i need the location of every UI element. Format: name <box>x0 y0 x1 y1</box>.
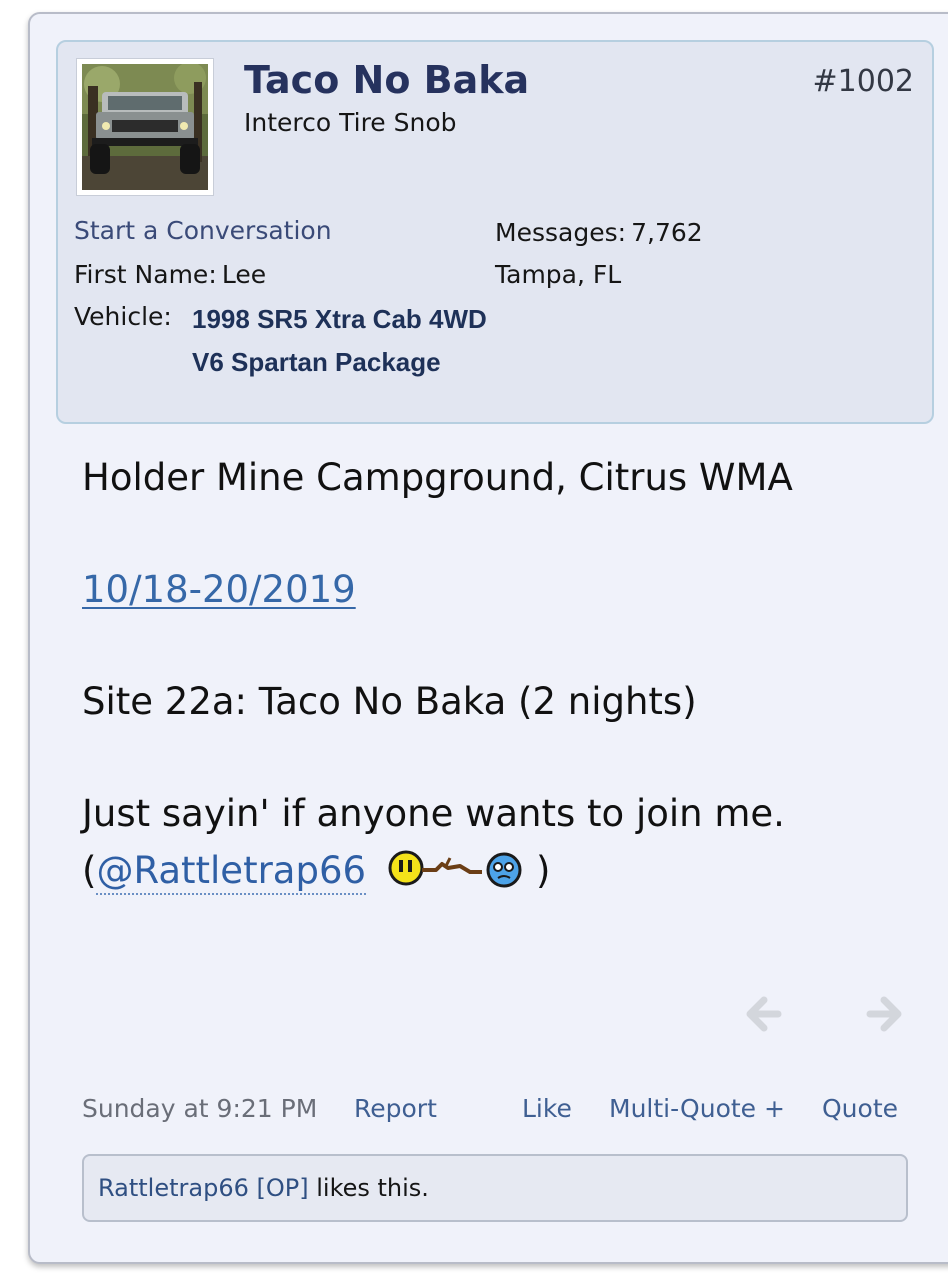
previous-arrow-icon[interactable] <box>742 994 782 1034</box>
content-line-mention: (@Rattletrap66 ) <box>82 846 550 899</box>
quote-link[interactable]: Quote <box>822 1094 898 1123</box>
content-line-invite: Just sayin' if anyone wants to join me. <box>82 792 785 835</box>
username[interactable]: Taco No Baka <box>244 58 529 102</box>
smiley-stick-poke-icon <box>386 846 528 899</box>
messages-label: Messages: <box>495 218 627 247</box>
vehicle-label: Vehicle: <box>74 302 172 331</box>
user-location: Tampa, FL <box>495 260 622 289</box>
close-paren: ) <box>536 849 551 892</box>
avatar[interactable] <box>76 58 214 196</box>
post-timestamp[interactable]: Sunday at 9:21 PM <box>82 1094 317 1123</box>
content-line-date: 10/18-20/2019 <box>82 568 356 611</box>
first-name-value: Lee <box>221 260 267 289</box>
next-arrow-icon[interactable] <box>866 994 906 1034</box>
content-line-site: Site 22a: Taco No Baka (2 nights) <box>82 680 697 723</box>
user-info-block: Taco No Baka Interco Tire Snob #1002 Sta… <box>56 40 934 424</box>
likes-label: likes this. <box>316 1174 429 1202</box>
vehicle-value: 1998 SR5 Xtra Cab 4WD V6 Spartan Package <box>192 304 487 377</box>
open-paren: ( <box>82 849 97 892</box>
content-line-location: Holder Mine Campground, Citrus WMA <box>82 456 793 499</box>
report-link[interactable]: Report <box>354 1094 437 1123</box>
messages-row: Messages: 7,762 <box>495 218 703 247</box>
messages-count: 7,762 <box>631 218 703 247</box>
likes-summary: Rattletrap66 [OP] likes this. <box>82 1154 908 1222</box>
likes-text: Rattletrap66 [OP] likes this. <box>98 1174 429 1202</box>
post-navigation <box>740 994 920 1038</box>
multi-quote-link[interactable]: Multi-Quote + <box>609 1094 785 1123</box>
first-name-row: First Name: Lee <box>74 260 266 289</box>
start-conversation-link[interactable]: Start a Conversation <box>74 216 332 245</box>
user-title: Interco Tire Snob <box>244 108 457 137</box>
post-footer: Sunday at 9:21 PM Report Like Multi-Quot… <box>82 1094 912 1130</box>
avatar-truck-image <box>82 64 208 190</box>
likes-user-link[interactable]: Rattletrap66 [OP] <box>98 1174 309 1202</box>
post-number[interactable]: #1002 <box>813 64 914 99</box>
first-name-label: First Name: <box>74 260 217 289</box>
user-mention-link[interactable]: @Rattletrap66 <box>96 849 367 895</box>
date-link[interactable]: 10/18-20/2019 <box>82 568 356 611</box>
like-link[interactable]: Like <box>522 1094 572 1123</box>
